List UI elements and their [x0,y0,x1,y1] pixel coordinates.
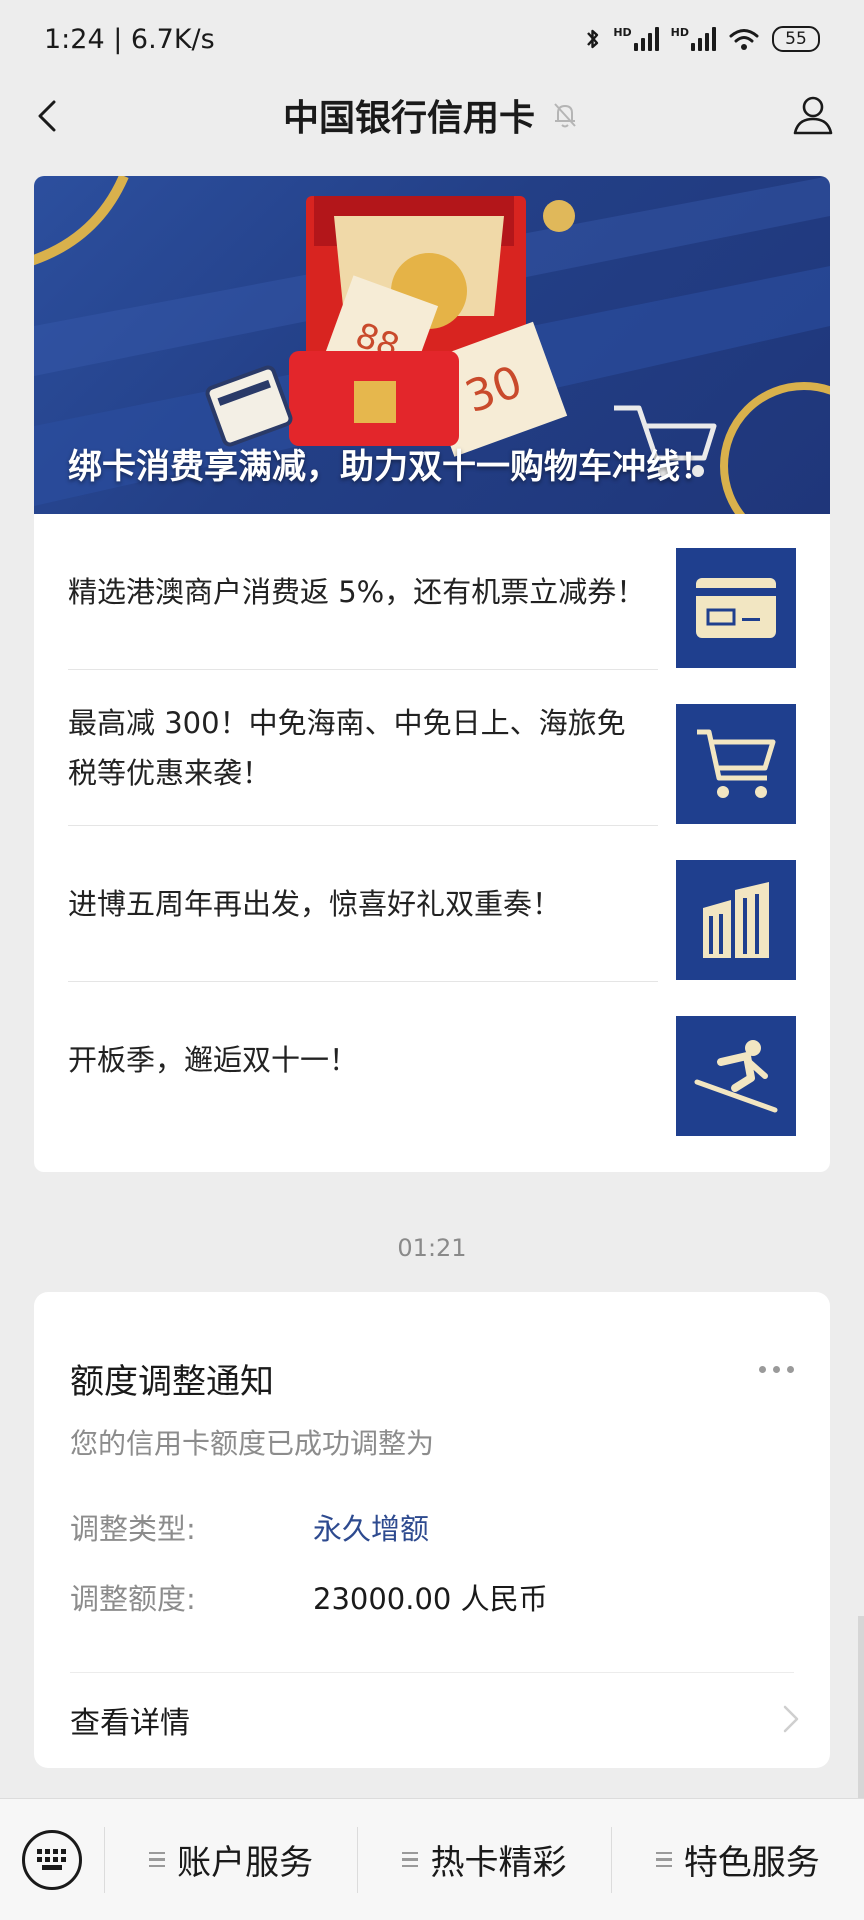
article-item-title: 进博五周年再出发，惊喜好礼双重奏！ [68,887,562,921]
signal-1-icon: HD [613,27,659,51]
building-icon [703,882,769,958]
article-item[interactable]: 开板季，邂逅双十一！ [68,982,796,1138]
credit-card-icon [696,578,776,638]
menu-featured-service[interactable]: 特色服务 [612,1799,864,1920]
wifi-icon [729,29,759,50]
chevron-right-icon[interactable] [780,1702,802,1736]
menu-list-icon [149,1851,166,1868]
profile-icon[interactable] [790,92,836,138]
menu-item-label: 特色服务 [683,1843,820,1883]
status-bar: 1:24 | 6.7K/s HD HD 55 [0,0,864,78]
shopping-cart-icon [697,729,776,798]
article-cover[interactable]: 30 88 绑卡消费享满减，助力双十一购物车冲线！ [34,176,830,514]
divider [70,1672,794,1673]
battery-level: 55 [785,29,807,49]
nav-bar: 中国银行信用卡 [0,78,864,152]
notice-card[interactable]: 额度调整通知 您的信用卡额度已成功调整为 调整类型: 永久增额 调整额度: 23… [34,1292,830,1768]
menu-list-icon [655,1851,672,1868]
status-time-speed: 1:24 | 6.7K/s [44,23,215,55]
article-thumb [676,548,796,668]
article-item[interactable]: 最高减 300！中免海南、中免日上、海旅免税等优惠来袭！ [68,670,796,826]
menu-account-service[interactable]: 账户服务 [105,1799,357,1920]
article-card[interactable]: 30 88 绑卡消费享满减，助力双十一购物车冲线！ 精选港澳商户消费返 5%，还… [34,176,830,1172]
article-thumb [676,704,796,824]
menu-hot-cards[interactable]: 热卡精彩 [358,1799,610,1920]
more-options-icon[interactable] [759,1366,794,1373]
page-title: 中国银行信用卡 [282,98,535,139]
bottom-menu: 账户服务 热卡精彩 特色服务 [0,1798,864,1920]
adjust-amount-label: 调整额度: [70,1582,196,1616]
adjust-type-row: 调整类型: 永久增额 [70,1506,429,1548]
article-item-title: 精选港澳商户消费返 5%，还有机票立减券！ [68,575,646,609]
battery-indicator: 55 [772,26,820,52]
status-icons: HD HD 55 [585,26,820,52]
adjust-type-label: 调整类型: [70,1512,196,1546]
back-arrow-icon[interactable] [28,96,68,136]
message-timestamp: 01:21 [397,1234,467,1262]
adjust-amount-row: 调整额度: 23000.00 人民币 [70,1576,548,1618]
notice-subtitle: 您的信用卡额度已成功调整为 [70,1427,435,1460]
article-thumb [676,860,796,980]
article-thumb [676,1016,796,1136]
skier-icon [694,1040,778,1113]
bluetooth-icon [587,29,599,49]
signal-2-icon: HD [671,27,716,51]
keyboard-icon [22,1829,82,1890]
view-details-link[interactable]: 查看详情 [70,1698,190,1742]
menu-item-label: 热卡精彩 [430,1843,567,1883]
adjust-type-value: 永久增额 [313,1512,430,1546]
notice-title: 额度调整通知 [70,1362,274,1402]
menu-list-icon [402,1851,419,1868]
article-item-title: 最高减 300！中免海南、中免日上、海旅免税等优惠来袭！ [68,706,626,790]
adjust-amount-value: 23000.00 人民币 [313,1582,548,1616]
cover-title: 绑卡消费享满减，助力双十一购物车冲线！ [68,447,714,487]
article-item-title: 开板季，邂逅双十一！ [68,1043,359,1077]
keyboard-toggle-button[interactable] [0,1799,104,1920]
menu-item-label: 账户服务 [177,1843,314,1883]
bell-muted-icon [554,103,576,128]
article-item[interactable]: 进博五周年再出发，惊喜好礼双重奏！ [68,826,796,982]
article-list: 精选港澳商户消费返 5%，还有机票立减券！ 最高减 300！中免海南、中免日上、… [34,514,830,1138]
scrollbar[interactable] [858,1616,864,1798]
article-item[interactable]: 精选港澳商户消费返 5%，还有机票立减券！ [68,514,796,670]
